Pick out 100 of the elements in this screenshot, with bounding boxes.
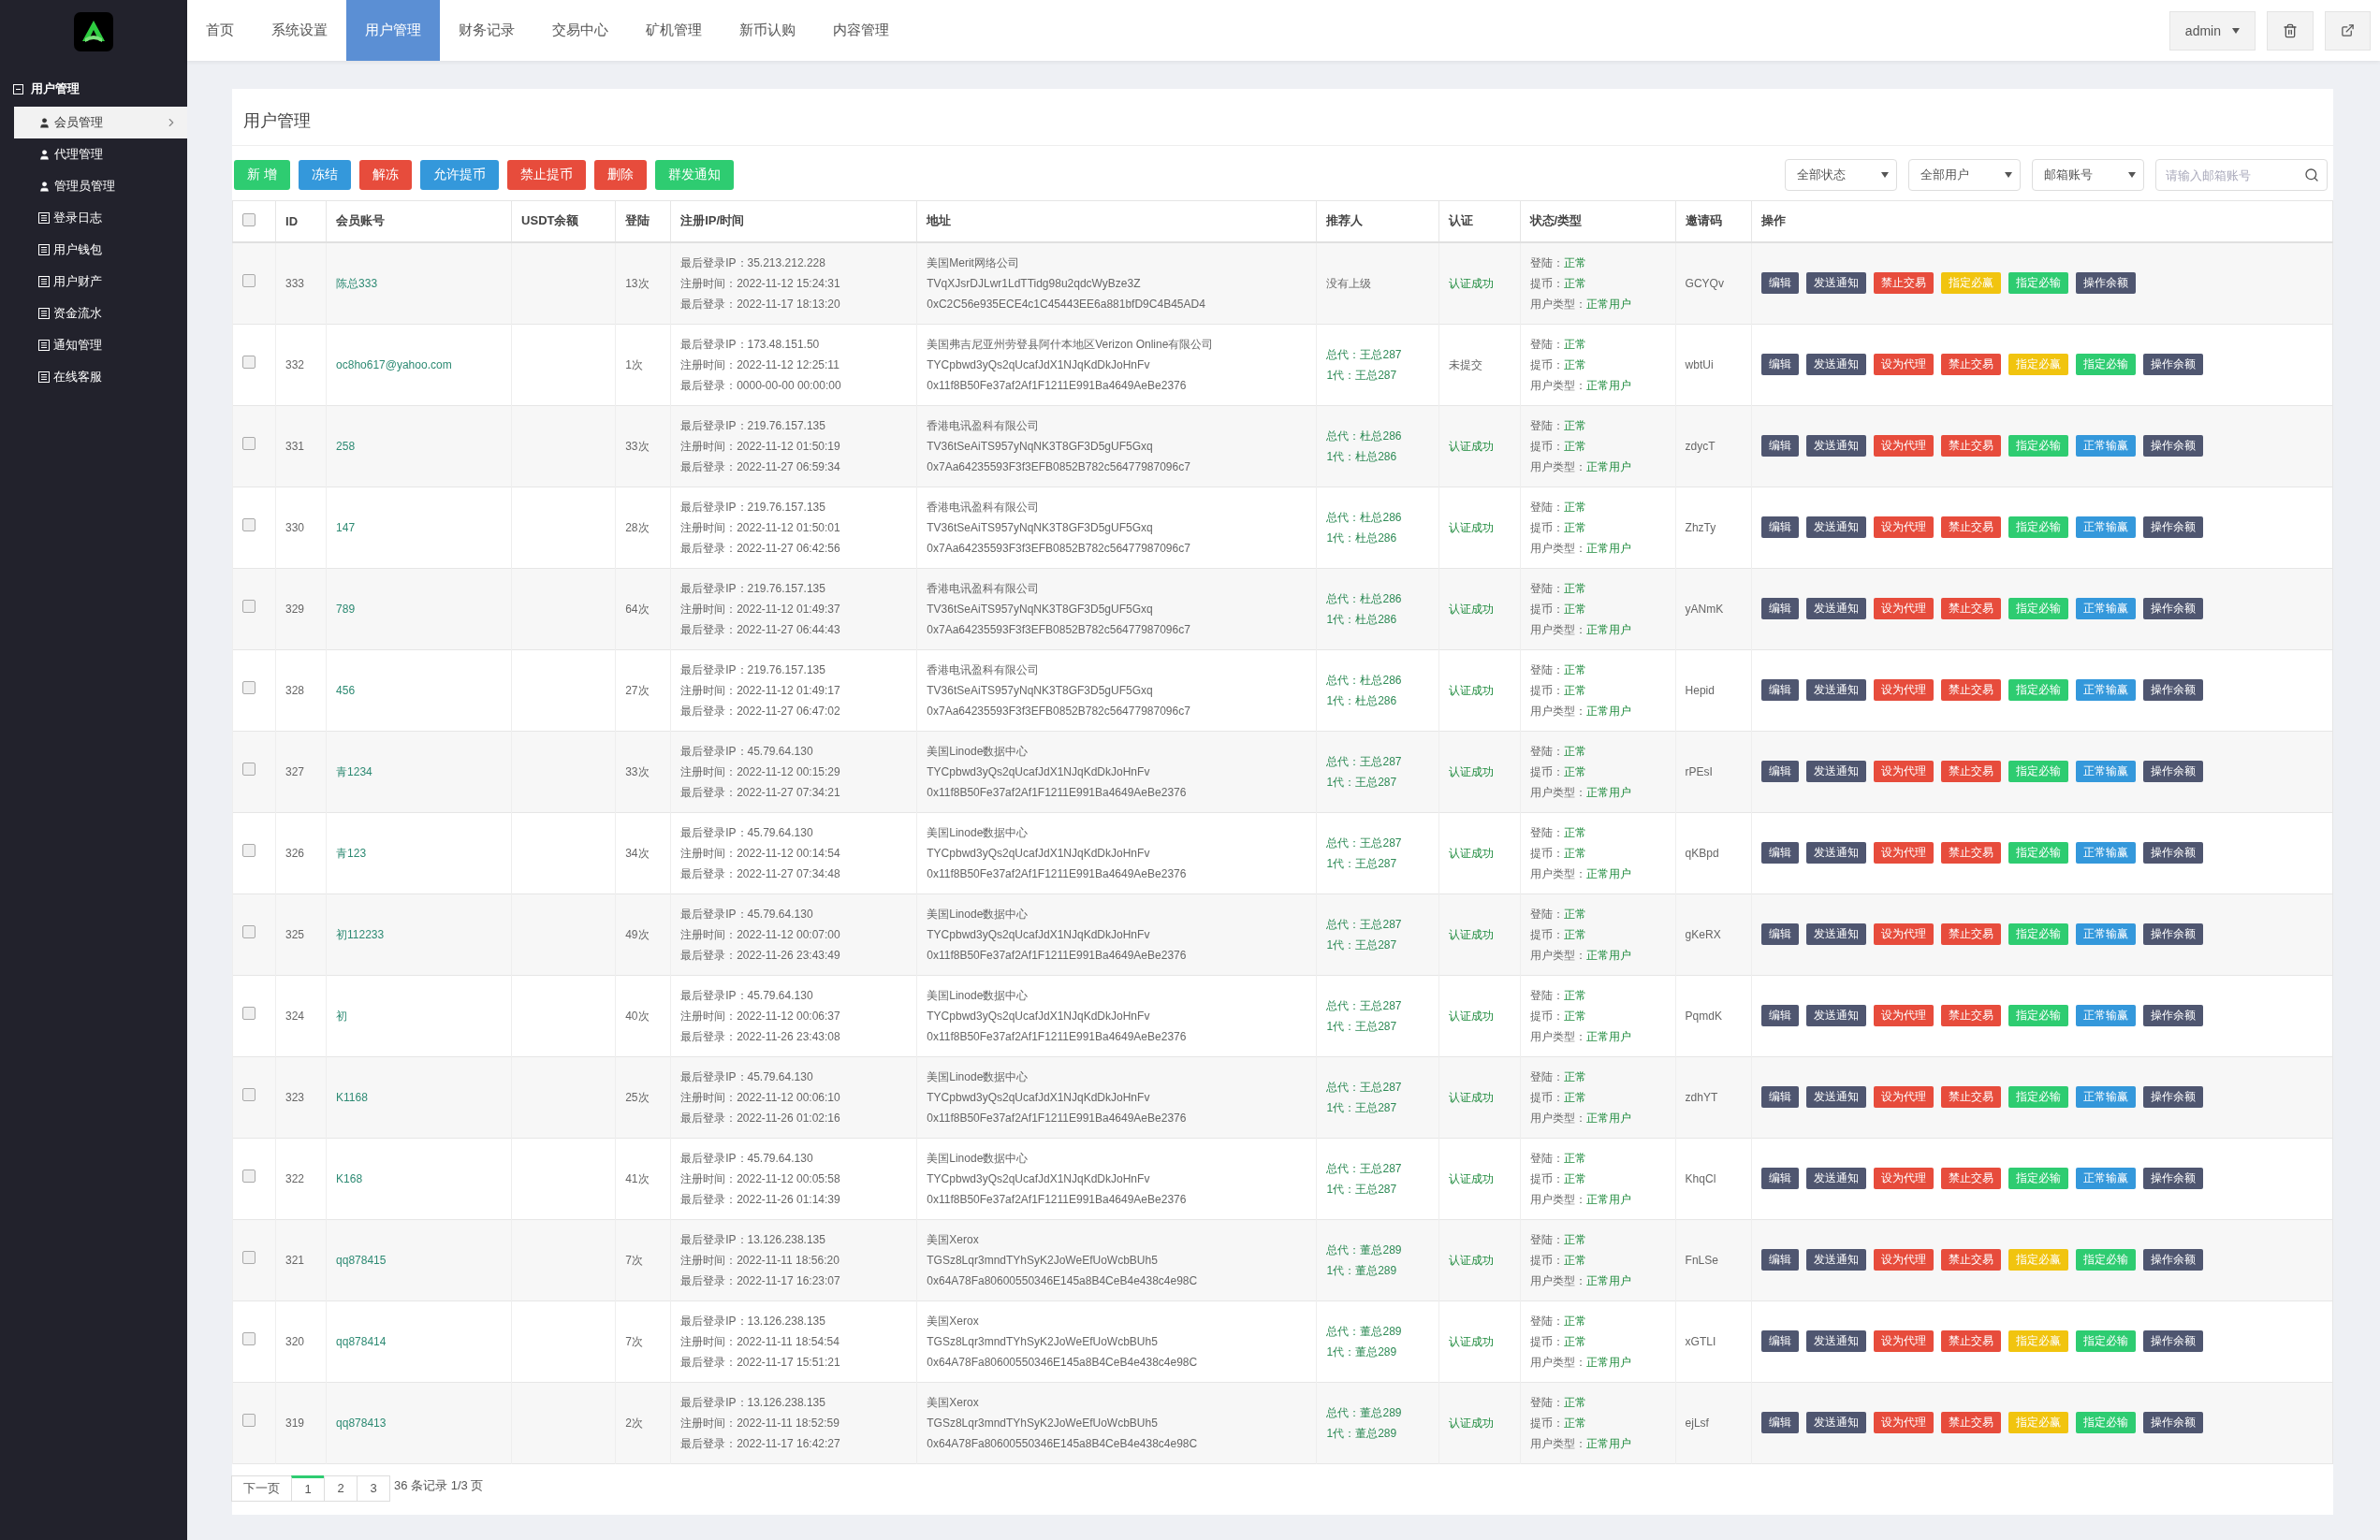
- action-button[interactable]: 设为代理: [1873, 1330, 1934, 1352]
- action-button[interactable]: 禁止交易: [1940, 761, 2001, 782]
- action-button[interactable]: 禁止交易: [1873, 272, 1934, 294]
- search-icon[interactable]: [2304, 167, 2319, 182]
- action-button[interactable]: 禁止交易: [1940, 1086, 2001, 1108]
- filter-select[interactable]: 全部用户: [1908, 159, 2021, 191]
- action-button[interactable]: 设为代理: [1873, 1412, 1934, 1433]
- action-button[interactable]: 设为代理: [1873, 354, 1934, 375]
- action-button[interactable]: 编辑: [1760, 435, 1799, 457]
- page-button[interactable]: 2: [324, 1475, 358, 1502]
- account-link[interactable]: qq878414: [336, 1334, 387, 1348]
- action-button[interactable]: 发送通知: [1805, 761, 1866, 782]
- action-button[interactable]: 发送通知: [1805, 842, 1866, 864]
- row-checkbox[interactable]: [242, 1169, 256, 1183]
- account-link[interactable]: qq878413: [336, 1416, 387, 1430]
- nav-tab[interactable]: 内容管理: [814, 0, 908, 61]
- action-button[interactable]: 编辑: [1760, 1330, 1799, 1352]
- account-link[interactable]: 456: [336, 683, 356, 697]
- search-field[interactable]: 请输入邮箱账号: [2155, 159, 2328, 191]
- toolbar-button[interactable]: 禁止提币: [506, 160, 586, 190]
- sidebar-item[interactable]: 代理管理: [14, 138, 187, 170]
- action-button[interactable]: 发送通知: [1805, 1086, 1866, 1108]
- action-button[interactable]: 设为代理: [1873, 1249, 1934, 1271]
- nav-tab[interactable]: 交易中心: [533, 0, 627, 61]
- row-checkbox[interactable]: [242, 762, 256, 776]
- action-button[interactable]: 禁止交易: [1940, 842, 2001, 864]
- nav-tab[interactable]: 系统设置: [253, 0, 346, 61]
- row-checkbox[interactable]: [242, 1413, 256, 1427]
- sidebar-item[interactable]: 会员管理: [14, 107, 187, 138]
- account-link[interactable]: K1168: [336, 1090, 368, 1104]
- account-link[interactable]: 789: [336, 602, 356, 616]
- toolbar-button[interactable]: 删除: [593, 160, 647, 190]
- toolbar-button[interactable]: 冻结: [298, 160, 351, 190]
- user-menu-button[interactable]: admin: [2168, 10, 2256, 51]
- action-button[interactable]: 设为代理: [1873, 679, 1934, 701]
- action-button[interactable]: 发送通知: [1805, 354, 1866, 375]
- account-link[interactable]: K168: [336, 1171, 363, 1185]
- action-button[interactable]: 操作余额: [2075, 272, 2136, 294]
- action-button[interactable]: 操作余额: [2142, 923, 2203, 945]
- action-button[interactable]: 禁止交易: [1940, 1330, 2001, 1352]
- action-button[interactable]: 操作余额: [2142, 1086, 2203, 1108]
- sidebar-item[interactable]: 通知管理: [14, 329, 187, 361]
- sidebar-item[interactable]: 在线客服: [14, 361, 187, 393]
- action-button[interactable]: 编辑: [1760, 761, 1799, 782]
- action-button[interactable]: 发送通知: [1805, 516, 1866, 538]
- row-checkbox[interactable]: [242, 436, 256, 450]
- row-checkbox[interactable]: [242, 680, 256, 694]
- row-checkbox[interactable]: [242, 212, 256, 226]
- page-button[interactable]: 1: [291, 1475, 325, 1502]
- action-button[interactable]: 正常输赢: [2075, 923, 2136, 945]
- row-checkbox[interactable]: [242, 517, 256, 531]
- sidebar-item[interactable]: 管理员管理: [14, 170, 187, 202]
- account-link[interactable]: 陈总333: [336, 276, 378, 290]
- action-button[interactable]: 操作余额: [2142, 354, 2203, 375]
- account-link[interactable]: 初112233: [336, 927, 385, 941]
- action-button[interactable]: 禁止交易: [1940, 354, 2001, 375]
- action-button[interactable]: 编辑: [1760, 598, 1799, 619]
- clear-button[interactable]: [2267, 10, 2314, 51]
- action-button[interactable]: 发送通知: [1805, 272, 1866, 294]
- nav-tab[interactable]: 矿机管理: [627, 0, 721, 61]
- nav-tab[interactable]: 首页: [187, 0, 253, 61]
- action-button[interactable]: 编辑: [1760, 1249, 1799, 1271]
- action-button[interactable]: 操作余额: [2142, 679, 2203, 701]
- action-button[interactable]: 操作余额: [2142, 761, 2203, 782]
- action-button[interactable]: 禁止交易: [1940, 679, 2001, 701]
- action-button[interactable]: 设为代理: [1873, 923, 1934, 945]
- action-button[interactable]: 正常输赢: [2075, 598, 2136, 619]
- logout-button[interactable]: [2325, 10, 2371, 51]
- action-button[interactable]: 编辑: [1760, 272, 1799, 294]
- sidebar-item[interactable]: 用户钱包: [14, 234, 187, 266]
- action-button[interactable]: 操作余额: [2142, 1330, 2203, 1352]
- filter-select[interactable]: 邮箱账号: [2032, 159, 2144, 191]
- action-button[interactable]: 发送通知: [1805, 435, 1866, 457]
- toolbar-button[interactable]: 允许提币: [419, 160, 499, 190]
- toolbar-button[interactable]: 解冻: [358, 160, 412, 190]
- action-button[interactable]: 编辑: [1760, 679, 1799, 701]
- action-button[interactable]: 操作余额: [2142, 1249, 2203, 1271]
- action-button[interactable]: 禁止交易: [1940, 1005, 2001, 1026]
- filter-select[interactable]: 全部状态: [1785, 159, 1897, 191]
- action-button[interactable]: 操作余额: [2142, 598, 2203, 619]
- action-button[interactable]: 正常输赢: [2075, 1086, 2136, 1108]
- row-checkbox[interactable]: [242, 1331, 256, 1345]
- action-button[interactable]: 禁止交易: [1940, 1168, 2001, 1189]
- nav-tab[interactable]: 新币认购: [721, 0, 814, 61]
- action-button[interactable]: 设为代理: [1873, 435, 1934, 457]
- action-button[interactable]: 发送通知: [1805, 1330, 1866, 1352]
- collapse-icon[interactable]: [13, 83, 23, 94]
- next-page-button[interactable]: 下一页: [231, 1475, 292, 1502]
- action-button[interactable]: 禁止交易: [1940, 923, 2001, 945]
- account-link[interactable]: 147: [336, 520, 356, 534]
- account-link[interactable]: qq878415: [336, 1253, 387, 1267]
- account-link[interactable]: oc8ho617@yahoo.com: [336, 357, 452, 371]
- row-checkbox[interactable]: [242, 1087, 256, 1101]
- action-button[interactable]: 操作余额: [2142, 516, 2203, 538]
- page-button[interactable]: 3: [357, 1475, 390, 1502]
- sidebar-item[interactable]: 资金流水: [14, 298, 187, 329]
- row-checkbox[interactable]: [242, 355, 256, 369]
- sidebar-item[interactable]: 登录日志: [14, 202, 187, 234]
- action-button[interactable]: 编辑: [1760, 1086, 1799, 1108]
- account-link[interactable]: 青1234: [336, 764, 372, 778]
